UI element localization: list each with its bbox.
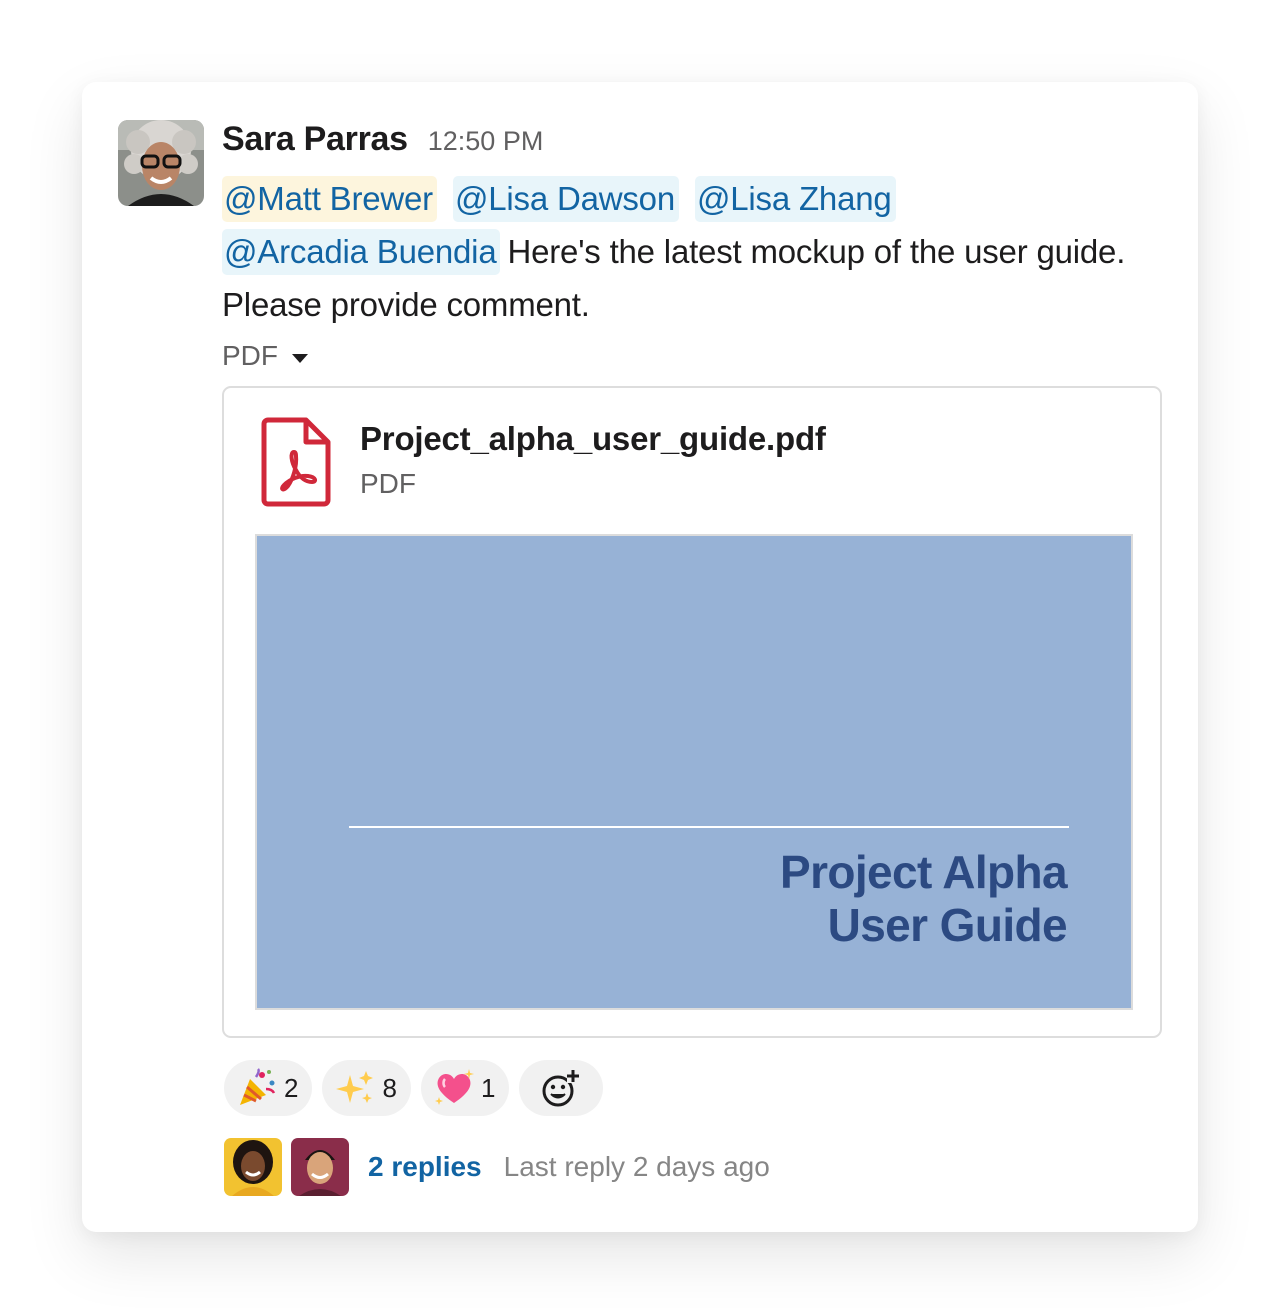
- add-reaction-button[interactable]: [519, 1060, 604, 1116]
- sparkles-icon: [336, 1071, 374, 1103]
- last-reply-time: Last reply 2 days ago: [503, 1151, 770, 1182]
- preview-title: Project Alpha User Guide: [780, 846, 1068, 952]
- reaction-party-popper[interactable]: 2: [224, 1060, 313, 1116]
- message-content: Sara Parras 12:50 PM @Matt Brewer @Lisa …: [222, 120, 1152, 379]
- preview-divider: [349, 826, 1069, 828]
- thread-summary[interactable]: 2 replies Last reply 2 days ago: [224, 1138, 770, 1196]
- mention-lisa-dawson[interactable]: @Lisa Dawson: [452, 176, 679, 222]
- attachment-toggle[interactable]: PDF: [222, 333, 1152, 379]
- sender-avatar[interactable]: [118, 120, 204, 206]
- pdf-file-icon: [261, 417, 331, 507]
- attachment-toggle-label: PDF: [222, 340, 278, 371]
- reaction-count: 1: [480, 1072, 496, 1103]
- sparkling-heart-icon: [434, 1069, 474, 1105]
- mention-lisa-zhang[interactable]: @Lisa Zhang: [694, 176, 896, 222]
- reply-avatar: [291, 1138, 349, 1196]
- message-body: @Matt Brewer @Lisa Dawson @Lisa Zhang @A…: [222, 172, 1152, 331]
- reaction-count: 2: [284, 1072, 299, 1103]
- add-emoji-icon: [542, 1070, 580, 1107]
- preview-title-line1: Project Alpha: [780, 846, 1068, 898]
- reaction-sparkling-heart[interactable]: 1: [420, 1060, 510, 1116]
- reaction-count: 8: [382, 1072, 397, 1103]
- mention-matt-brewer[interactable]: @Matt Brewer: [222, 176, 437, 222]
- reply-avatar: [224, 1138, 282, 1196]
- reactions-bar: 2 8 1: [224, 1060, 604, 1116]
- sender-name[interactable]: Sara Parras: [222, 120, 408, 159]
- file-name[interactable]: Project_alpha_user_guide.pdf: [360, 420, 826, 458]
- party-popper-icon: [240, 1068, 276, 1105]
- mention-arcadia-buendia[interactable]: @Arcadia Buendia: [222, 229, 501, 275]
- file-type: PDF: [360, 468, 416, 499]
- file-attachment[interactable]: Project_alpha_user_guide.pdf PDF Project…: [222, 386, 1162, 1038]
- message-timestamp[interactable]: 12:50 PM: [428, 126, 544, 157]
- replies-link[interactable]: 2 replies: [368, 1151, 482, 1183]
- caret-down-icon: [292, 353, 308, 363]
- preview-title-line2: User Guide: [827, 899, 1068, 951]
- reaction-sparkles[interactable]: 8: [322, 1060, 411, 1116]
- message-header: Sara Parras 12:50 PM: [222, 120, 1152, 164]
- pdf-preview[interactable]: Project Alpha User Guide: [255, 534, 1133, 1010]
